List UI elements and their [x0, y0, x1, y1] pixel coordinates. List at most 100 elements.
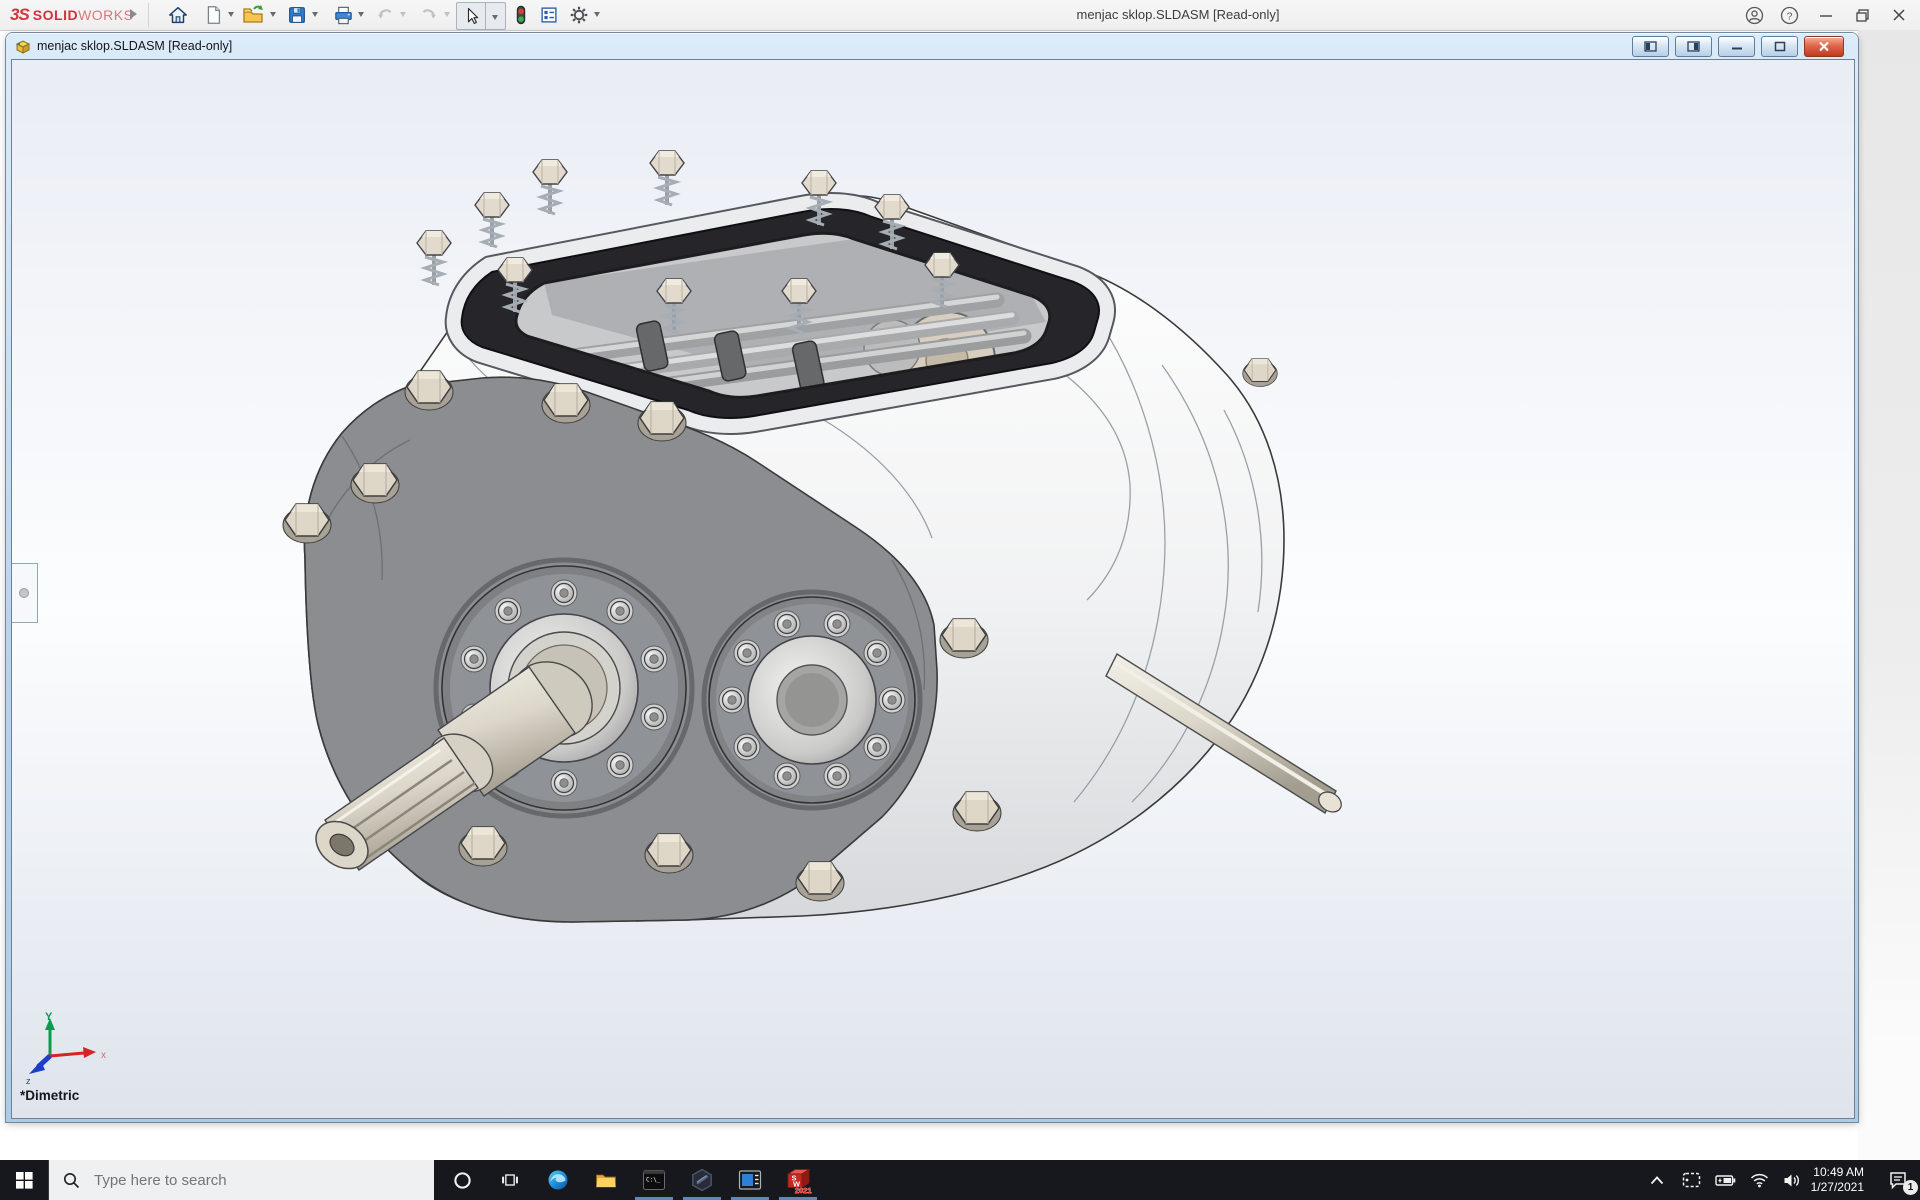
collapse-left-pane-button[interactable] — [1632, 36, 1669, 57]
search-input[interactable] — [92, 1171, 376, 1190]
undo-dropdown[interactable] — [400, 12, 406, 20]
task-pane-strip — [1858, 30, 1920, 1160]
document-title: menjac sklop.SLDASM [Read-only] — [37, 39, 232, 53]
save-button[interactable] — [284, 2, 310, 28]
toolbar-separator — [148, 3, 149, 27]
x-axis-arrow-icon — [83, 1047, 96, 1058]
minimize-icon — [1819, 8, 1833, 22]
dassault-3ds-logo-icon: 3S — [10, 5, 29, 25]
tray-display-button[interactable] — [1674, 1160, 1708, 1200]
taskbar-search[interactable] — [48, 1160, 434, 1200]
pane-right-icon — [1687, 41, 1700, 52]
close-document-button[interactable] — [1804, 36, 1844, 57]
restore-icon — [1855, 8, 1870, 23]
view-orientation-label: *Dimetric — [20, 1088, 79, 1103]
tray-network-button[interactable] — [1742, 1160, 1776, 1200]
save-icon — [286, 4, 308, 26]
feature-manager-collapsed-tab[interactable] — [11, 563, 38, 623]
select-tool-button[interactable] — [457, 3, 485, 29]
sw-year-badge: 2021 — [795, 1186, 812, 1194]
start-button[interactable] — [0, 1160, 48, 1200]
search-icon — [63, 1172, 80, 1189]
file-explorer-button[interactable] — [584, 1160, 628, 1200]
print-button[interactable] — [330, 2, 356, 28]
redo-dropdown[interactable] — [444, 12, 450, 20]
action-center-button[interactable]: 1 — [1876, 1160, 1920, 1200]
graphics-viewport[interactable]: Y x z *Dimetric — [11, 59, 1855, 1119]
taskbar-clock[interactable]: 10:49 AM 1/27/2021 — [1772, 1160, 1864, 1200]
tray-battery-button[interactable] — [1708, 1160, 1742, 1200]
file-explorer-icon — [594, 1168, 618, 1192]
close-app-button[interactable] — [1886, 3, 1912, 27]
gearbox-assembly-model[interactable] — [12, 60, 1854, 1118]
task-view-button[interactable] — [488, 1160, 532, 1200]
clock-time: 10:49 AM — [1772, 1165, 1864, 1180]
output-cover-flange[interactable] — [704, 592, 920, 808]
breather-plug[interactable] — [1243, 358, 1278, 386]
close-icon — [1892, 8, 1906, 22]
select-tool-group — [456, 2, 506, 30]
options-dropdown[interactable] — [594, 12, 600, 20]
minimize-app-button[interactable] — [1813, 3, 1839, 27]
new-document-button[interactable] — [200, 2, 226, 28]
document-window-controls — [1632, 36, 1850, 57]
open-dropdown[interactable] — [270, 12, 276, 20]
wifi-icon — [1750, 1173, 1769, 1188]
media-app-button[interactable] — [728, 1160, 772, 1200]
edge-icon — [546, 1168, 570, 1192]
save-dropdown[interactable] — [312, 12, 318, 20]
reference-triad: Y x z — [24, 1010, 116, 1088]
home-icon — [167, 4, 189, 26]
file-properties-button[interactable] — [536, 2, 562, 28]
menu-expand-arrow-icon[interactable] — [130, 9, 142, 19]
hexagon-app-button[interactable] — [680, 1160, 724, 1200]
print-icon — [332, 4, 355, 27]
gear-icon — [568, 4, 590, 26]
clock-date: 1/27/2021 — [1772, 1180, 1864, 1195]
edge-button[interactable] — [536, 1160, 580, 1200]
cortana-button[interactable] — [440, 1160, 484, 1200]
minimize-document-button[interactable] — [1718, 36, 1755, 57]
command-prompt-button[interactable]: C:\_ — [632, 1160, 676, 1200]
brand-solid-text: SOLID — [33, 7, 78, 23]
notification-count-badge: 1 — [1903, 1180, 1918, 1195]
app-titlebar: 3S SOLID WORKS — [0, 0, 1920, 31]
app-title: menjac sklop.SLDASM [Read-only] — [1018, 0, 1338, 30]
restore-app-button[interactable] — [1849, 3, 1875, 27]
tray-overflow-button[interactable] — [1640, 1160, 1674, 1200]
redo-button[interactable] — [416, 2, 442, 28]
svg-text:?: ? — [1786, 11, 1792, 22]
sign-in-button[interactable] — [1741, 3, 1767, 27]
chevron-up-icon — [1650, 1176, 1664, 1185]
file-properties-icon — [538, 4, 560, 26]
open-button[interactable] — [240, 2, 266, 28]
options-button[interactable] — [566, 2, 592, 28]
solidworks-taskbar-button[interactable]: S W 2021 — [776, 1160, 820, 1200]
solidworks-logo[interactable]: 3S SOLID WORKS — [10, 0, 133, 30]
restore-icon — [1774, 41, 1786, 52]
home-button[interactable] — [165, 2, 191, 28]
tab-grip-icon — [19, 588, 29, 598]
document-titlebar[interactable]: menjac sklop.SLDASM [Read-only] — [6, 33, 1858, 59]
brand-works-text: WORKS — [78, 7, 133, 23]
y-axis-label: Y — [45, 1011, 53, 1023]
command-prompt-icon: C:\_ — [642, 1169, 666, 1191]
x-axis-label: x — [101, 1050, 106, 1061]
solidworks-2021-icon: S W 2021 — [784, 1167, 812, 1194]
user-account-icon — [1745, 6, 1764, 25]
expand-right-pane-button[interactable] — [1675, 36, 1712, 57]
print-dropdown[interactable] — [358, 12, 364, 20]
minimize-icon — [1731, 41, 1743, 51]
select-tool-dropdown[interactable] — [485, 3, 504, 29]
assembly-document-icon — [14, 38, 31, 55]
cortana-icon — [453, 1171, 472, 1190]
close-icon — [1818, 41, 1830, 52]
redo-icon — [418, 4, 440, 26]
chevron-down-icon — [492, 15, 498, 23]
rebuild-indicator-button[interactable] — [508, 2, 534, 28]
new-document-dropdown[interactable] — [228, 12, 234, 20]
undo-button[interactable] — [372, 2, 398, 28]
help-button[interactable]: ? — [1776, 3, 1802, 27]
restore-document-button[interactable] — [1761, 36, 1798, 57]
help-icon: ? — [1780, 6, 1799, 25]
